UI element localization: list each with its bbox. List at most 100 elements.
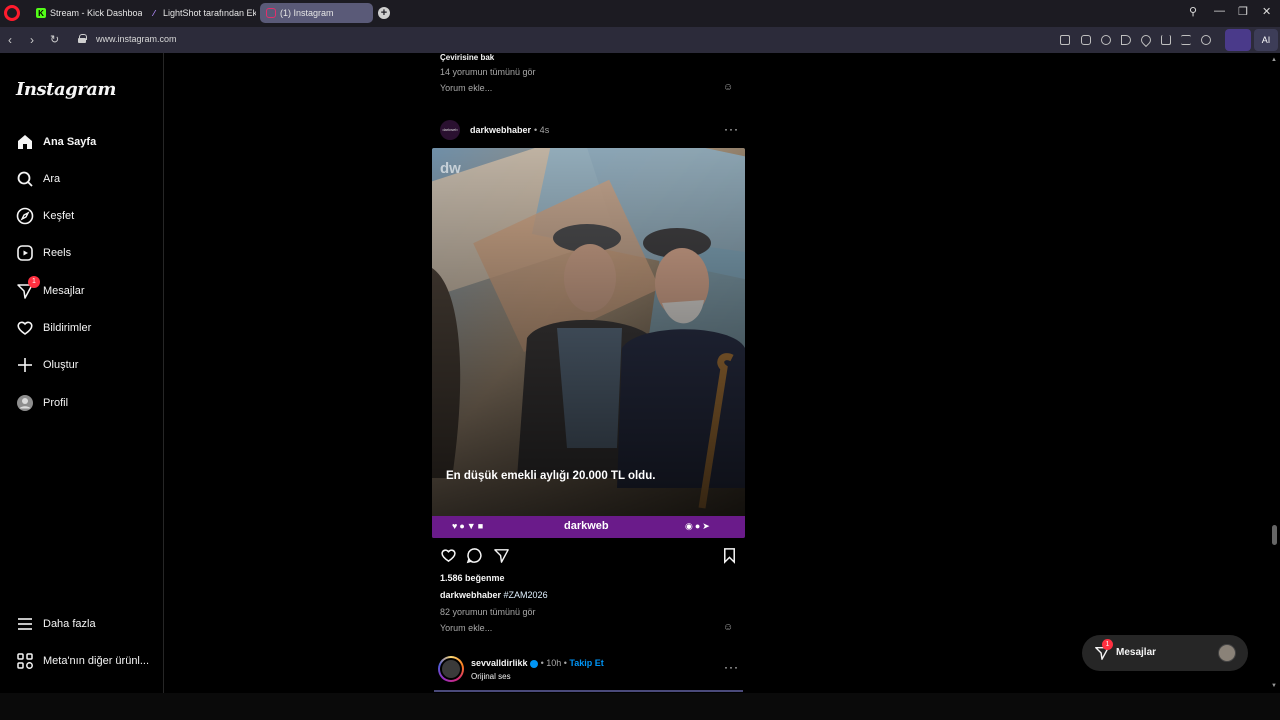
back-icon[interactable]: ‹ — [8, 33, 12, 47]
camera-icon[interactable] — [1081, 35, 1091, 45]
notification-badge: 1 — [28, 276, 40, 288]
messages-float-label: Mesajlar — [1116, 647, 1157, 658]
meta-products-button[interactable]: Meta'nın diğer ürünl... — [16, 649, 149, 673]
scroll-down-icon[interactable]: ▼ — [1271, 683, 1277, 689]
restore-icon[interactable]: ❐ — [1238, 5, 1248, 18]
shield-icon[interactable] — [1101, 35, 1111, 45]
reels-icon — [16, 244, 34, 262]
messenger-icon: 1 — [16, 276, 40, 300]
search-icon — [16, 170, 34, 188]
opera-logo-icon[interactable] — [4, 5, 20, 21]
address-bar: ‹ › ↻ www.instagram.com — [0, 27, 1280, 53]
wallet-icon[interactable] — [1225, 29, 1251, 51]
more-button[interactable]: Daha fazla — [16, 612, 96, 636]
hamburger-icon — [16, 615, 34, 633]
post-caption: darkwebhaber #ZAM2026 — [440, 590, 548, 600]
caption-hashtag[interactable]: #ZAM2026 — [504, 590, 548, 600]
scroll-thumb[interactable] — [1272, 525, 1277, 545]
sidebar-item-search[interactable]: Ara — [16, 167, 60, 191]
sidebar-item-label: Profil — [43, 397, 69, 409]
translate-link[interactable]: Çevirisine bak — [440, 53, 494, 62]
story-ring-avatar[interactable] — [438, 656, 464, 682]
forward-icon[interactable]: › — [30, 33, 34, 47]
next-post-meta: sevvalldirlikk • 10h • Takip Et — [471, 658, 604, 668]
share-icon[interactable] — [493, 547, 510, 564]
search-tabs-icon[interactable]: ⚲ — [1189, 5, 1197, 18]
account-icon[interactable] — [1201, 35, 1211, 45]
sidebar-item-explore[interactable]: Keşfet — [16, 204, 74, 228]
post-time: • 4s — [534, 125, 550, 135]
sidebar-item-notifications[interactable]: Bildirimler — [16, 316, 91, 340]
image-band-icons: ♥●▼■ — [452, 521, 486, 531]
next-post-username[interactable]: sevvalldirlikk — [471, 658, 528, 668]
messages-float-button[interactable]: 1 Mesajlar — [1082, 635, 1248, 671]
sidebar-item-reels[interactable]: Reels — [16, 241, 71, 265]
edit-icon[interactable] — [1060, 35, 1070, 45]
sidebar-item-label: Oluştur — [43, 359, 79, 371]
sidebar-item-messages[interactable]: 1 Mesajlar — [16, 276, 85, 303]
home-icon — [16, 133, 34, 151]
sidebar-item-home[interactable]: Ana Sayfa — [16, 130, 96, 154]
bookmark-icon[interactable] — [721, 547, 738, 564]
instagram-logo[interactable]: Instagram — [16, 79, 116, 100]
download-icon[interactable] — [1161, 35, 1171, 45]
like-icon[interactable] — [440, 547, 457, 564]
tab-label: LightShot tarafından Ekran — [163, 8, 256, 18]
notification-badge: 1 — [1102, 639, 1113, 650]
reload-icon[interactable]: ↻ — [50, 33, 59, 46]
emoji-icon[interactable]: ☺ — [723, 622, 733, 633]
sidebar-item-label: Daha fazla — [43, 618, 96, 630]
heart-bookmark-icon[interactable] — [1138, 32, 1154, 48]
verified-icon — [530, 659, 539, 668]
url-field[interactable]: www.instagram.com — [96, 34, 177, 44]
heart-icon — [16, 319, 34, 337]
sidebar: Instagram Ana Sayfa Ara Keşfet Reels 1 M… — [0, 53, 164, 693]
tab-label: Stream - Kick Dashboard — [50, 8, 142, 18]
more-options-icon[interactable]: ··· — [724, 122, 739, 136]
comment-icon[interactable] — [466, 547, 483, 564]
add-comment-input[interactable]: Yorum ekle... — [440, 83, 492, 93]
follow-button[interactable]: Takip Et — [569, 658, 603, 668]
avatar — [1218, 644, 1236, 662]
play-icon[interactable] — [1121, 35, 1131, 45]
view-comments-link[interactable]: 82 yorumun tümünü gör — [440, 607, 536, 617]
image-brand: darkweb — [564, 520, 609, 532]
add-comment-input[interactable]: Yorum ekle... — [440, 623, 492, 633]
sidebar-item-label: Meta'nın diğer ürünl... — [43, 655, 150, 667]
tab-label: (1) Instagram — [280, 8, 334, 18]
watermark: dw — [440, 160, 461, 177]
sidebar-item-label: Ana Sayfa — [43, 136, 97, 148]
sidebar-item-label: Keşfet — [43, 210, 75, 222]
scroll-up-icon[interactable]: ▲ — [1271, 57, 1277, 63]
scrollbar[interactable]: ▲ ▼ — [1268, 53, 1280, 693]
feed: Çevirisine bak 14 yorumun tümünü gör Yor… — [432, 53, 745, 693]
post-actions — [440, 547, 737, 565]
avatar[interactable]: darkweb — [440, 120, 460, 140]
next-post-audio[interactable]: Orijinal ses — [471, 672, 511, 681]
grid-icon — [16, 652, 34, 670]
close-icon[interactable]: ✕ — [1262, 5, 1271, 18]
sidebar-item-create[interactable]: Oluştur — [16, 353, 78, 377]
sidebar-item-profile[interactable]: Profil — [16, 391, 68, 415]
caption-username[interactable]: darkwebhaber — [440, 590, 501, 600]
lightshot-icon: ⁄ — [153, 8, 155, 18]
menu-icon[interactable] — [1181, 35, 1191, 45]
ai-button[interactable]: AI — [1254, 29, 1278, 51]
emoji-icon[interactable]: ☺ — [723, 82, 733, 93]
minimize-icon[interactable]: — — [1214, 5, 1225, 17]
new-tab-icon[interactable]: + — [378, 7, 390, 19]
next-post-image-edge — [434, 690, 743, 692]
next-post-header: sevvalldirlikk • 10h • Takip Et Orijinal… — [438, 656, 743, 688]
more-options-icon[interactable]: ··· — [724, 660, 739, 674]
tab-kick[interactable]: K Stream - Kick Dashboard — [30, 3, 142, 23]
likes-count[interactable]: 1.586 beğenme — [440, 573, 505, 583]
lock-icon — [78, 34, 87, 43]
tab-instagram[interactable]: (1) Instagram — [260, 3, 373, 23]
profile-icon — [16, 394, 34, 412]
next-post-time: • 10h • — [540, 658, 567, 668]
image-caption: En düşük emekli aylığı 20.000 TL oldu. — [446, 470, 656, 482]
post-image[interactable]: dw En düşük emekli aylığı 20.000 TL oldu… — [432, 148, 745, 538]
post-username[interactable]: darkwebhaber — [470, 125, 531, 135]
tab-lightshot[interactable]: ⁄ LightShot tarafından Ekran — [143, 3, 256, 23]
view-comments-link[interactable]: 14 yorumun tümünü gör — [440, 67, 536, 77]
